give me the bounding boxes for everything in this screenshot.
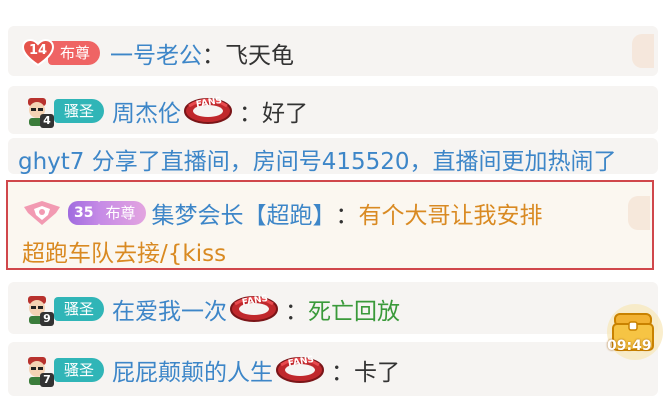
username[interactable]: 周杰伦	[112, 94, 181, 128]
treasure-chest-timer[interactable]: 09:49	[601, 296, 665, 364]
badge-label: 骚圣	[54, 358, 105, 382]
fans-ring-icon: FANS	[229, 294, 279, 324]
username[interactable]: 在爱我一次	[112, 292, 227, 326]
fan-badge[interactable]: 14 布尊	[22, 39, 101, 67]
gift-edge-icon[interactable]	[628, 196, 650, 230]
badge-label: 布尊	[48, 41, 101, 65]
separator: ：	[335, 203, 359, 229]
username[interactable]: 一号老公	[110, 36, 202, 70]
message-text: 飞天龟	[225, 43, 295, 69]
highlighted-message[interactable]: 35 布尊 集梦会长【超跑】 ： 有个大哥让我安排 超跑车队去接/{kiss	[6, 180, 654, 270]
chat-message[interactable]: 4 骚圣 周杰伦 FANS ： 好了	[8, 86, 658, 134]
guard-icon	[22, 199, 62, 227]
sao-badge[interactable]: 4 骚圣	[22, 96, 105, 128]
heart-level-icon: 14	[22, 39, 54, 67]
avatar-icon: 9	[22, 294, 54, 326]
system-text: ghyt7 分享了直播间，房间号415520，直播间更加热闹了	[18, 149, 617, 175]
avatar-icon: 7	[22, 355, 54, 387]
message-text-continued: 超跑车队去接/{kiss	[22, 241, 227, 267]
badge-label: 布尊	[99, 201, 146, 225]
system-message: ghyt7 分享了直播间，房间号415520，直播间更加热闹了	[8, 138, 658, 175]
countdown-timer: 09:49	[607, 338, 652, 354]
message-text: 死亡回放	[308, 299, 401, 325]
separator: ：	[239, 101, 263, 127]
gift-edge-icon[interactable]	[632, 34, 654, 68]
chat-list: 14 布尊 一号老公 ： 飞天龟 4 骚圣 周杰伦 FANS ： 好了 ghyt…	[0, 0, 666, 408]
badge-label: 骚圣	[54, 99, 105, 123]
chat-message[interactable]: 7 骚圣 屁屁颠颠的人生 FANS ： 卡了	[8, 342, 658, 396]
message-text: 有个大哥让我安排	[358, 203, 543, 229]
sao-badge[interactable]: 7 骚圣	[22, 355, 105, 387]
separator: ：	[331, 360, 355, 386]
username[interactable]: 集梦会长【超跑】	[152, 196, 336, 230]
separator: ：	[285, 299, 309, 325]
fans-ring-icon: FANS	[275, 355, 325, 385]
sao-badge[interactable]: 9 骚圣	[22, 294, 105, 326]
fans-ring-icon: FANS	[183, 96, 233, 126]
username[interactable]: 屁屁颠颠的人生	[112, 353, 273, 387]
message-text: 好了	[262, 101, 309, 127]
separator: ：	[202, 43, 226, 69]
avatar-icon: 4	[22, 96, 54, 128]
badge-label: 骚圣	[54, 297, 105, 321]
chat-message[interactable]: 9 骚圣 在爱我一次 FANS ： 死亡回放	[8, 282, 658, 334]
crown-level: 35	[68, 201, 100, 225]
crown-badge[interactable]: 35 布尊	[68, 200, 146, 226]
message-text: 卡了	[354, 360, 401, 386]
chat-message[interactable]: 14 布尊 一号老公 ： 飞天龟	[8, 26, 658, 76]
